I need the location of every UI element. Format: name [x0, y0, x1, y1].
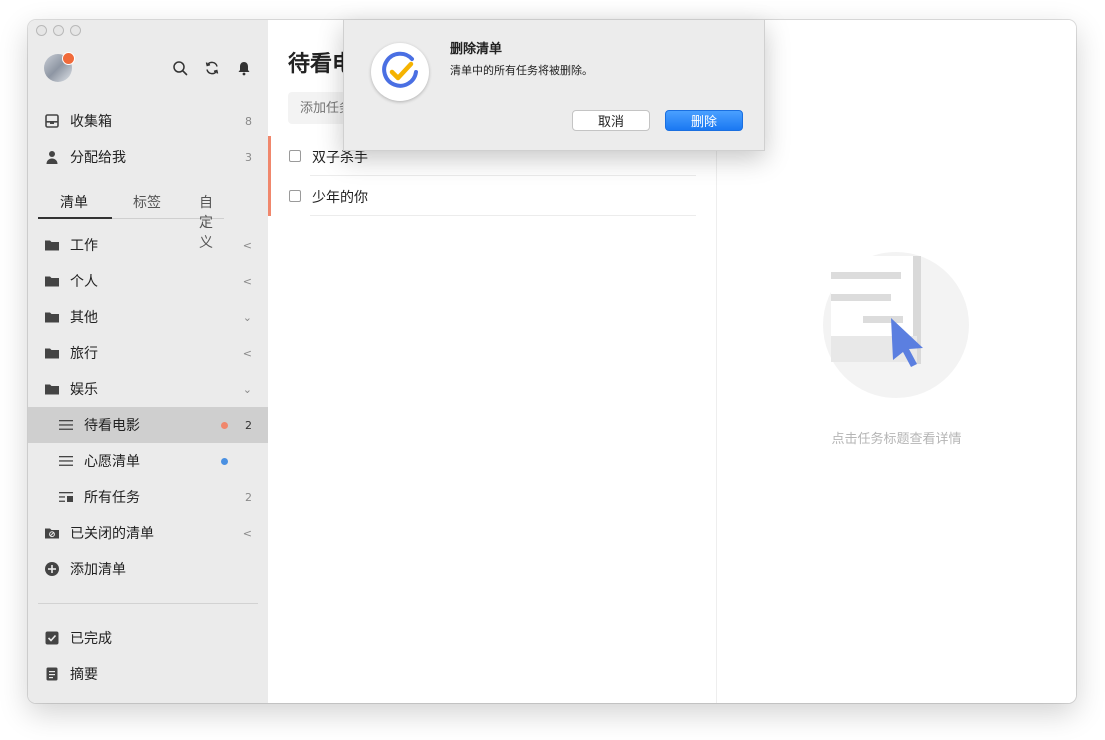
app-logo-icon	[371, 43, 429, 101]
sidebar-divider	[38, 603, 258, 604]
item-count: 3	[245, 150, 252, 164]
list-icon	[58, 417, 74, 433]
list-label: 所有任务	[84, 490, 140, 506]
sidebar-item-assigned-to-me[interactable]: 分配给我 3	[28, 139, 268, 175]
empty-state-text: 点击任务标题查看详情	[831, 432, 962, 447]
sidebar-item-completed[interactable]: 已完成	[28, 620, 268, 656]
folder-icon	[44, 273, 60, 289]
close-window-button[interactable]	[36, 25, 47, 36]
task-checkbox[interactable]	[289, 190, 301, 202]
folder-label: 娱乐	[70, 382, 98, 398]
chevron-left-icon[interactable]: <	[243, 527, 252, 540]
sidebar-list-all-tasks[interactable]: 所有任务 2	[28, 479, 268, 515]
item-count: 2	[245, 418, 252, 432]
plus-circle-icon	[44, 561, 60, 577]
sidebar-item-summary[interactable]: 摘要	[28, 656, 268, 692]
sidebar-list-movies[interactable]: 待看电影 2	[28, 407, 268, 443]
sidebar-folder-travel[interactable]: 旅行 <	[28, 335, 268, 371]
item-count: 8	[245, 114, 252, 128]
bell-icon[interactable]	[236, 60, 252, 76]
folder-icon	[44, 309, 60, 325]
cancel-button[interactable]: 取消	[572, 110, 650, 131]
sidebar-item-label: 收集箱	[70, 114, 112, 130]
zoom-window-button[interactable]	[70, 25, 81, 36]
sidebar-tabs: 清单 标签 自定义	[38, 188, 224, 251]
closed-folder-icon	[44, 525, 60, 541]
sidebar-closed-lists[interactable]: 已关闭的清单 <	[28, 515, 268, 551]
list-color-dot	[221, 421, 228, 429]
window-controls	[36, 25, 81, 36]
task-row[interactable]: 少年的你	[288, 176, 696, 216]
folder-all-icon	[58, 489, 74, 505]
active-tab-indicator	[38, 217, 112, 219]
folder-icon	[44, 237, 60, 253]
row-divider	[310, 215, 696, 216]
dialog-title: 删除清单	[450, 42, 503, 57]
chevron-left-icon[interactable]: <	[243, 275, 252, 288]
list-color-dot	[221, 457, 228, 465]
chevron-left-icon[interactable]: <	[243, 239, 252, 252]
chevron-left-icon[interactable]: <	[243, 347, 252, 360]
person-icon	[44, 149, 60, 165]
folder-icon	[44, 381, 60, 397]
task-detail-pane: 点击任务标题查看详情	[717, 20, 1076, 703]
item-count: 2	[245, 490, 252, 504]
chevron-down-icon[interactable]: ⌄	[243, 383, 252, 396]
sidebar: 收集箱 8 分配给我 3 清单 标签 自定义 工作 < 个人 < 其他 ⌄ 旅行…	[28, 20, 269, 703]
delete-list-dialog: 删除清单 清单中的所有任务将被删除。 取消 删除	[343, 20, 765, 151]
tab-tags[interactable]: 标签	[133, 192, 161, 212]
sidebar-item-label: 已完成	[70, 631, 112, 647]
folder-icon	[44, 345, 60, 361]
add-list-label: 添加清单	[70, 562, 126, 578]
task-title[interactable]: 少年的你	[312, 187, 368, 207]
sidebar-folder-personal[interactable]: 个人 <	[28, 263, 268, 299]
sidebar-item-label: 摘要	[70, 667, 98, 683]
dialog-message: 清单中的所有任务将被删除。	[450, 64, 593, 77]
delete-button[interactable]: 删除	[665, 110, 743, 131]
summary-icon	[44, 666, 60, 682]
list-label: 心愿清单	[84, 454, 140, 470]
list-icon	[58, 453, 74, 469]
folder-label: 其他	[70, 310, 98, 326]
avatar-badge	[62, 52, 75, 65]
checkbox-checked-icon	[44, 630, 60, 646]
sidebar-folder-work[interactable]: 工作 <	[28, 227, 268, 263]
list-accent-bar	[268, 136, 271, 216]
sidebar-list-wishlist[interactable]: 心愿清单	[28, 443, 268, 479]
sidebar-item-label: 已关闭的清单	[70, 526, 154, 542]
empty-state-illustration	[823, 252, 969, 398]
add-list-button[interactable]: 添加清单	[28, 551, 268, 587]
tab-lists[interactable]: 清单	[60, 192, 88, 212]
inbox-icon	[44, 113, 60, 129]
sync-icon[interactable]	[204, 60, 220, 76]
search-icon[interactable]	[172, 60, 188, 76]
task-checkbox[interactable]	[289, 150, 301, 162]
folder-label: 旅行	[70, 346, 98, 362]
sidebar-folder-other[interactable]: 其他 ⌄	[28, 299, 268, 335]
folder-label: 工作	[70, 238, 98, 254]
chevron-down-icon[interactable]: ⌄	[243, 311, 252, 324]
folder-label: 个人	[70, 274, 98, 290]
minimize-window-button[interactable]	[53, 25, 64, 36]
list-label: 待看电影	[84, 418, 140, 434]
sidebar-item-label: 分配给我	[70, 150, 126, 166]
sidebar-item-inbox[interactable]: 收集箱 8	[28, 103, 268, 139]
sidebar-folder-entertainment[interactable]: 娱乐 ⌄	[28, 371, 268, 407]
